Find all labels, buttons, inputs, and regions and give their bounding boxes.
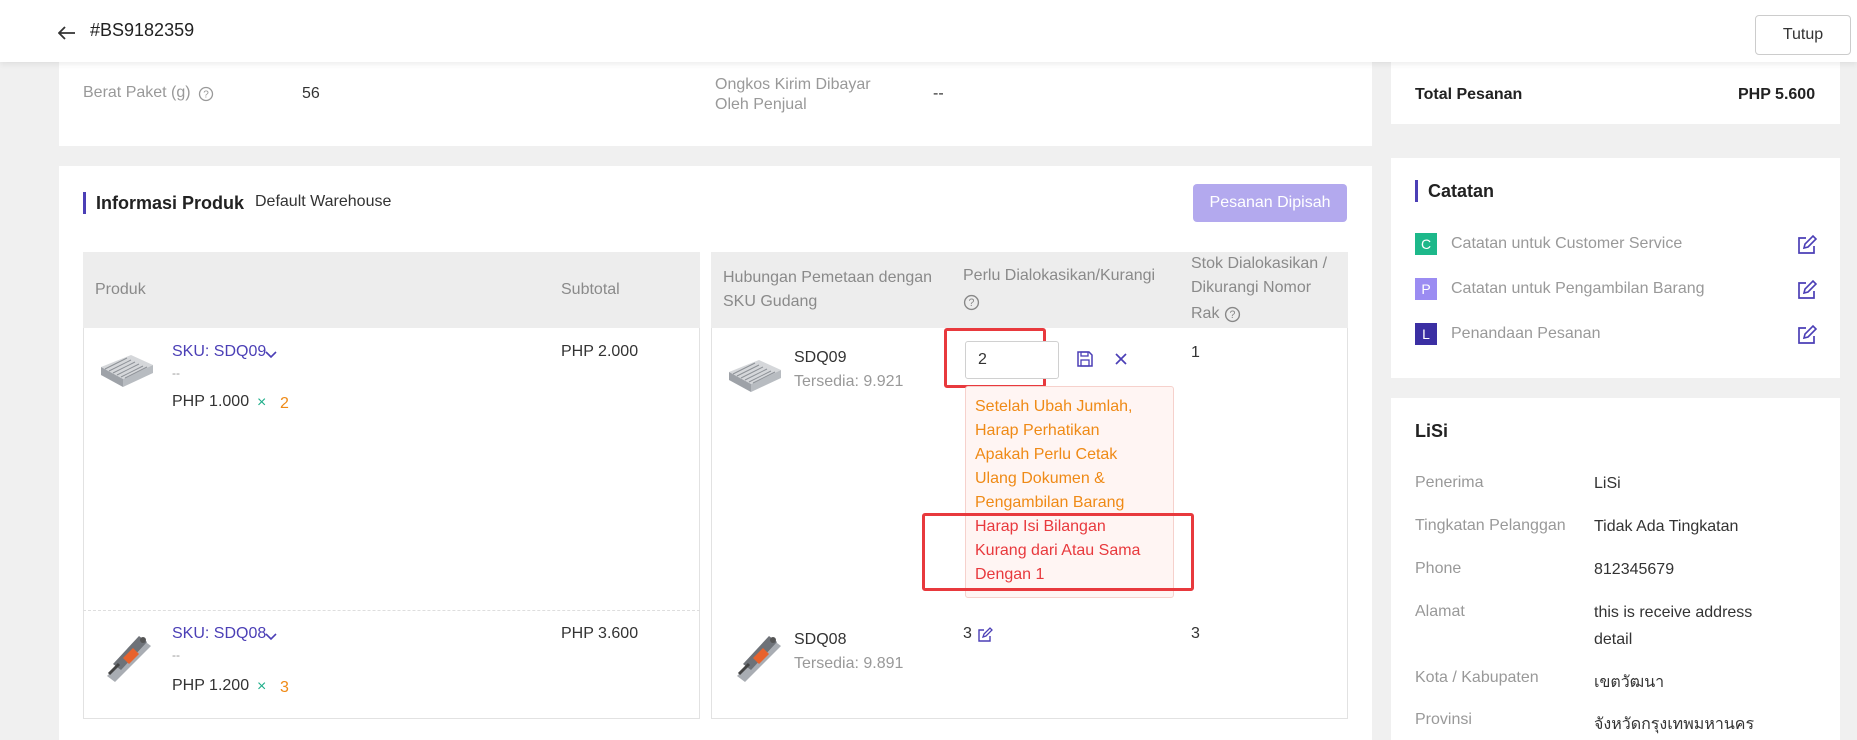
svg-text:?: ? bbox=[203, 90, 209, 101]
top-header: #BS9182359 Tutup bbox=[0, 0, 1857, 62]
available-stock: Tersedia: 9.891 bbox=[794, 655, 904, 672]
warning-line: Apakah Perlu Cetak bbox=[975, 446, 1118, 463]
col-mapping-1: Hubungan Pemetaan dengan bbox=[723, 269, 933, 286]
quantity: 3 bbox=[280, 679, 289, 696]
total-value: PHP 5.600 bbox=[1738, 86, 1816, 103]
edit-icon[interactable] bbox=[1796, 234, 1818, 256]
highlight-box-error bbox=[922, 513, 1194, 591]
field-value: this is receive address bbox=[1594, 604, 1753, 621]
col-subtotal: Subtotal bbox=[561, 281, 620, 298]
variant-dash: -- bbox=[172, 648, 180, 662]
field-label: Alamat bbox=[1415, 603, 1465, 620]
field-label: Kota / Kabupaten bbox=[1415, 669, 1539, 686]
field-value: Tidak Ada Tingkatan bbox=[1594, 518, 1739, 535]
subtotal-value: PHP 3.600 bbox=[561, 625, 639, 642]
warning-line: Setelah Ubah Jumlah, bbox=[975, 398, 1133, 415]
save-icon[interactable] bbox=[1076, 350, 1094, 373]
allocate-value: 3 bbox=[963, 625, 972, 642]
svg-text:?: ? bbox=[1230, 309, 1236, 321]
note-customer-service: Catatan untuk Customer Service bbox=[1451, 235, 1683, 252]
field-value: จังหวัดกรุงเทพมหานคร bbox=[1594, 716, 1755, 733]
product-info-title: Informasi Produk bbox=[83, 192, 244, 214]
unit-price: PHP 1.200 bbox=[172, 677, 250, 694]
weight-label: Berat Paket (g) bbox=[83, 84, 191, 101]
product-thumbnail-stapler bbox=[99, 624, 155, 689]
field-label: Provinsi bbox=[1415, 711, 1472, 728]
field-value: LiSi bbox=[1594, 475, 1621, 492]
chevron-down-icon[interactable] bbox=[264, 347, 278, 365]
col-allocate: Perlu Dialokasikan/Kurangi bbox=[963, 267, 1156, 284]
edit-icon[interactable] bbox=[1796, 324, 1818, 346]
variant-dash: -- bbox=[172, 366, 180, 380]
field-label: Penerima bbox=[1415, 474, 1484, 491]
help-icon[interactable]: ? bbox=[1224, 306, 1241, 328]
order-id-title: #BS9182359 bbox=[90, 20, 195, 40]
note-tag-p: P bbox=[1415, 278, 1437, 300]
note-pickup: Catatan untuk Pengambilan Barang bbox=[1451, 280, 1705, 297]
help-icon[interactable]: ? bbox=[198, 86, 214, 107]
field-value: เขตวัฒนา bbox=[1594, 674, 1665, 691]
edit-icon[interactable] bbox=[1796, 279, 1818, 301]
product-thumbnail-staples bbox=[97, 345, 157, 398]
subtotal-value: PHP 2.000 bbox=[561, 343, 639, 360]
col-stock-3: Rak bbox=[1191, 305, 1220, 322]
field-value: 812345679 bbox=[1594, 561, 1675, 578]
product-thumbnail-stapler bbox=[729, 624, 785, 689]
warehouse-sku: SDQ09 bbox=[794, 349, 847, 366]
svg-text:?: ? bbox=[969, 297, 975, 309]
shipping-label-1: Ongkos Kirim Dibayar bbox=[715, 76, 871, 93]
note-tag-c: C bbox=[1415, 233, 1437, 255]
total-label: Total Pesanan bbox=[1415, 86, 1523, 103]
col-stock-2: Dikurangi Nomor bbox=[1191, 279, 1312, 296]
notes-title: Catatan bbox=[1415, 180, 1494, 202]
col-product: Produk bbox=[95, 281, 146, 298]
back-arrow-icon[interactable] bbox=[57, 26, 76, 40]
close-button[interactable]: Tutup bbox=[1755, 15, 1851, 55]
chevron-down-icon[interactable] bbox=[264, 629, 278, 647]
customer-name-title: LiSi bbox=[1415, 421, 1449, 441]
weight-value: 56 bbox=[302, 85, 320, 102]
note-tag-l: L bbox=[1415, 323, 1437, 345]
col-stock-1: Stok Dialokasikan / bbox=[1191, 255, 1328, 272]
quantity: 2 bbox=[280, 395, 289, 412]
warning-line: Pengambilan Barang bbox=[975, 494, 1125, 511]
cancel-icon[interactable] bbox=[1113, 351, 1129, 372]
sku-link[interactable]: SKU: SDQ08 bbox=[172, 625, 266, 643]
allocate-quantity-input[interactable] bbox=[965, 341, 1059, 379]
stock-value: 3 bbox=[1191, 625, 1200, 642]
split-order-button[interactable]: Pesanan Dipisah bbox=[1193, 184, 1347, 222]
unit-price: PHP 1.000 bbox=[172, 393, 250, 410]
warning-line: Harap Perhatikan bbox=[975, 422, 1100, 439]
multiply-sign: × bbox=[257, 394, 267, 411]
help-icon[interactable]: ? bbox=[963, 294, 980, 316]
warehouse-name: Default Warehouse bbox=[255, 193, 392, 210]
field-label: Phone bbox=[1415, 560, 1462, 577]
field-value: detail bbox=[1594, 631, 1633, 648]
row-divider bbox=[83, 610, 700, 611]
warehouse-sku: SDQ08 bbox=[794, 631, 847, 648]
field-label: Tingkatan Pelanggan bbox=[1415, 517, 1566, 534]
stock-value: 1 bbox=[1191, 344, 1200, 361]
shipping-value: -- bbox=[933, 85, 944, 102]
edit-icon[interactable] bbox=[977, 627, 993, 648]
warning-line: Ulang Dokumen & bbox=[975, 470, 1105, 487]
col-mapping-2: SKU Gudang bbox=[723, 293, 818, 310]
shipping-label-2: Oleh Penjual bbox=[715, 96, 807, 113]
available-stock: Tersedia: 9.921 bbox=[794, 373, 904, 390]
sku-link[interactable]: SKU: SDQ09 bbox=[172, 343, 266, 361]
note-order-marking: Penandaan Pesanan bbox=[1451, 325, 1601, 342]
product-thumbnail-staples bbox=[725, 350, 785, 403]
multiply-sign: × bbox=[257, 678, 267, 695]
